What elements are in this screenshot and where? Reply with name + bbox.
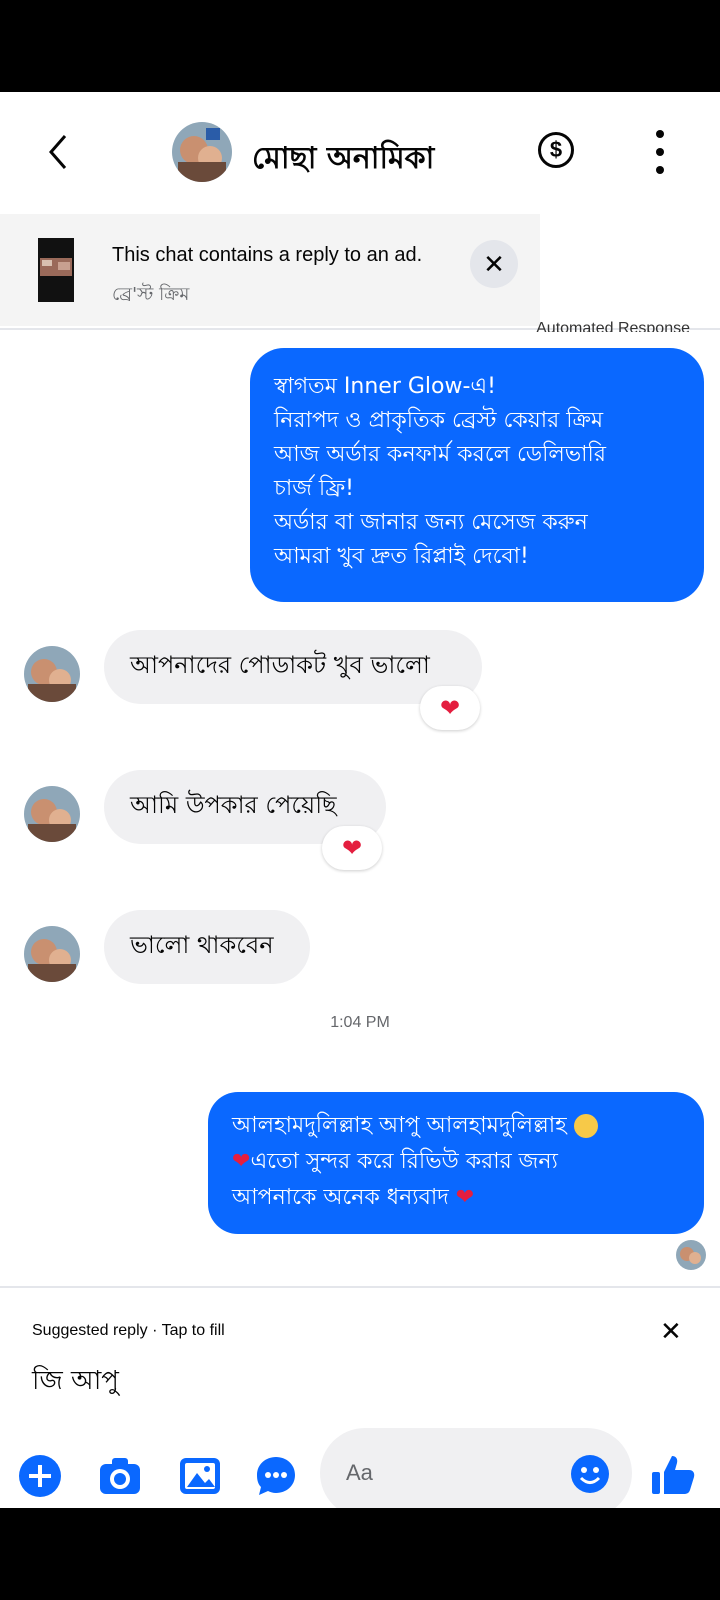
thumbs-up-icon[interactable]: [650, 1452, 696, 1498]
heart-reaction-icon[interactable]: ❤: [420, 686, 480, 730]
message-line: আমরা খুব দ্রুত রিপ্লাই দেবো!: [274, 544, 529, 569]
outgoing-message[interactable]: স্বাগতম Inner Glow-এ! নিরাপদ ও প্রাকৃতিক…: [250, 348, 704, 602]
ad-banner-title: This chat contains a reply to an ad.: [112, 244, 423, 266]
message-input-placeholder: Aa: [346, 1460, 373, 1485]
sad-face-emoji-icon: [573, 1114, 598, 1138]
sender-avatar[interactable]: [24, 786, 80, 842]
divider: [0, 1286, 720, 1288]
system-navigation-bar: [0, 1508, 720, 1600]
message-line: নিরাপদ ও প্রাকৃতিক ব্রেস্ট কেয়ার ক্রিম: [274, 408, 604, 433]
payment-dollar-icon[interactable]: $: [538, 132, 574, 168]
chat-header: মোছা অনামিকা $: [0, 92, 720, 210]
message-line: আলহামদুলিল্লাহ আপু আলহামদুলিল্লাহ: [232, 1108, 680, 1144]
message-line: চার্জ ফ্রি!: [274, 476, 354, 501]
emoji-icon[interactable]: [570, 1454, 610, 1494]
more-options-icon[interactable]: [650, 130, 670, 174]
contact-avatar[interactable]: [172, 122, 232, 182]
camera-icon[interactable]: [98, 1454, 142, 1498]
suggested-reply-label: Suggested reply · Tap to fill: [32, 1322, 225, 1339]
contact-name[interactable]: মোছা অনামিকা: [252, 134, 434, 185]
outgoing-message[interactable]: আলহামদুলিল্লাহ আপু আলহামদুলিল্লাহ ❤এতো স…: [208, 1092, 704, 1234]
back-button[interactable]: [38, 132, 78, 172]
incoming-message[interactable]: ভালো থাকবেন: [104, 910, 310, 984]
heart-reaction-icon[interactable]: ❤: [322, 826, 382, 870]
chat-bubble-icon[interactable]: [254, 1454, 298, 1498]
heart-emoji-icon: ❤: [232, 1149, 251, 1174]
ad-banner-subtitle: ব্রে'স্ট ক্রিম: [112, 284, 190, 305]
status-bar: [0, 0, 720, 92]
seen-indicator-avatar: [676, 1240, 706, 1270]
ad-banner-close-button[interactable]: ✕: [470, 240, 518, 288]
sender-avatar[interactable]: [24, 646, 80, 702]
ad-thumbnail: [38, 238, 74, 302]
ad-reply-banner[interactable]: This chat contains a reply to an ad. ব্র…: [0, 214, 540, 326]
automated-response-label: Automated Response: [536, 320, 690, 332]
suggested-reply-text[interactable]: জি আপু: [32, 1360, 119, 1404]
sender-avatar[interactable]: [24, 926, 80, 982]
message-line: অর্ডার বা জানার জন্য মেসেজ করুন: [274, 510, 588, 535]
message-line: আপনাকে অনেক ধন্যবাদ ❤: [232, 1185, 475, 1210]
heart-emoji-icon: ❤: [455, 1185, 475, 1210]
message-line: ❤এতো সুন্দর করে রিভিউ করার জন্য: [232, 1149, 558, 1174]
back-arrow-icon: [49, 135, 67, 169]
plus-icon[interactable]: [18, 1454, 62, 1498]
message-line: স্বাগতম Inner Glow-এ!: [274, 374, 496, 399]
message-line: আজ অর্ডার কনফার্ম করলে ডেলিভারি: [274, 442, 606, 467]
gallery-icon[interactable]: [178, 1454, 222, 1498]
message-timestamp: 1:04 PM: [330, 1014, 390, 1031]
suggested-reply-close-icon[interactable]: ✕: [660, 1316, 682, 1347]
